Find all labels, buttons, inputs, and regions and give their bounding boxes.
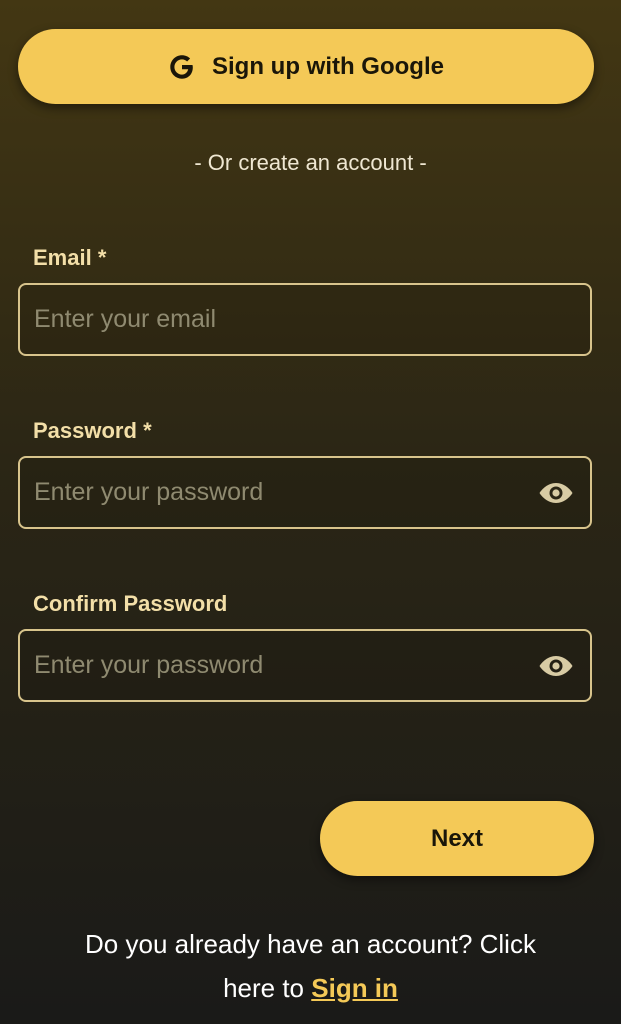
required-mark: * <box>97 245 107 270</box>
next-button-label: Next <box>430 824 484 852</box>
google-signup-label: Sign up with Google <box>212 52 444 80</box>
confirm-password-label-text: Confirm Password <box>33 591 228 616</box>
confirm-password-field[interactable] <box>34 631 514 700</box>
eye-icon[interactable] <box>538 654 574 678</box>
password-field[interactable] <box>34 458 514 527</box>
next-button[interactable]: Next <box>320 801 594 876</box>
confirm-password-label: Confirm Password <box>33 591 227 617</box>
signin-prompt: Do you already have an account? Click he… <box>0 922 621 1010</box>
email-label: Email * <box>33 245 106 271</box>
required-mark: * <box>143 418 152 443</box>
email-field[interactable] <box>34 285 514 354</box>
eye-icon[interactable] <box>538 481 574 505</box>
sign-in-link[interactable]: Sign in <box>311 973 398 1003</box>
divider-text: - Or create an account - <box>194 150 427 175</box>
email-label-text: Email <box>33 245 92 270</box>
google-g-icon <box>168 53 196 81</box>
confirm-password-field-box <box>18 629 592 702</box>
email-field-box <box>18 283 592 356</box>
password-field-box <box>18 456 592 529</box>
google-signup-button[interactable]: Sign up with Google <box>18 29 594 104</box>
signin-prompt-text: here to <box>223 973 305 1003</box>
signin-prompt-line1: Do you already have an account? Click <box>85 929 536 959</box>
signin-prompt-line2: here to Sign in <box>0 966 621 1010</box>
password-label: Password * <box>33 418 152 444</box>
password-label-text: Password <box>33 418 137 443</box>
